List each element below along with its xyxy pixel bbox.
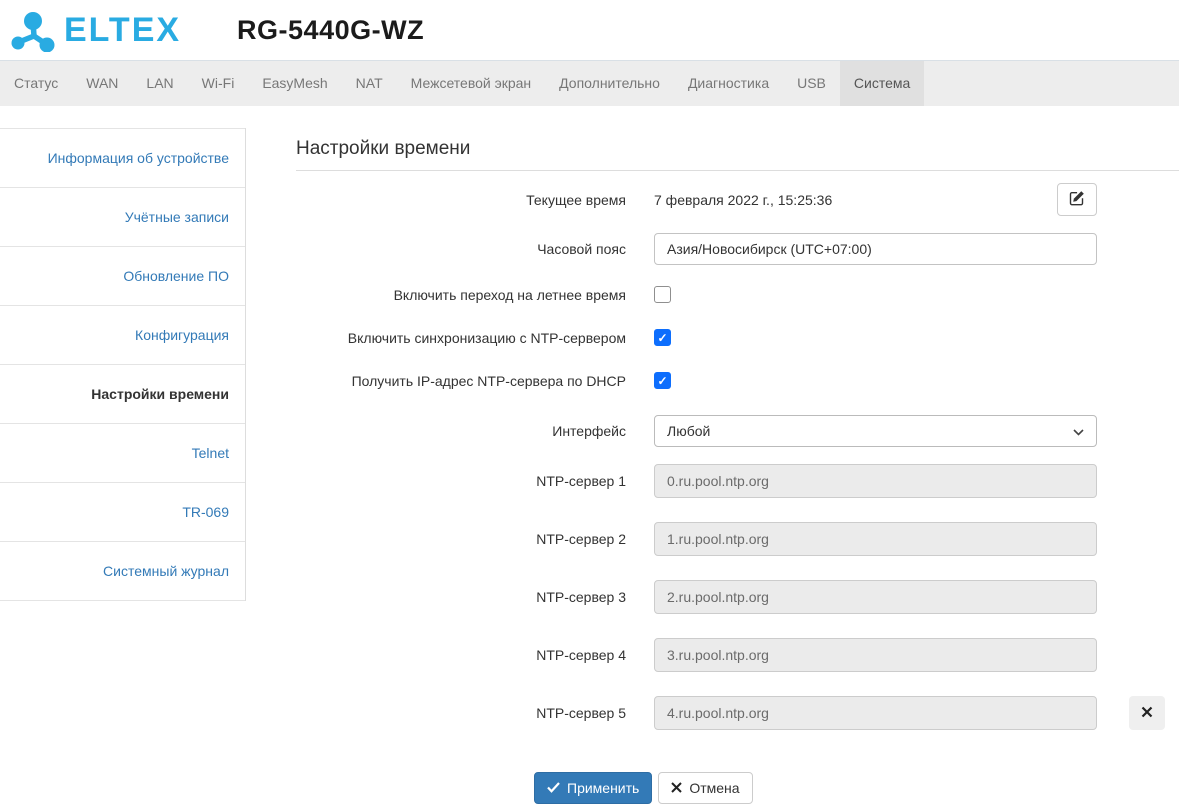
x-icon [1141,706,1153,721]
ntp-server-5-label: NTP-сервер 5 [296,705,626,721]
tab-nat[interactable]: NAT [342,61,397,106]
pencil-square-icon [1069,190,1085,209]
check-icon [547,780,560,796]
ntp-server-4-input [654,638,1097,672]
tab-status[interactable]: Статус [0,61,72,106]
tab-system[interactable]: Система [840,61,924,106]
current-time-label: Текущее время [296,192,626,208]
ntp-server-1-label: NTP-сервер 1 [296,473,626,489]
sidebar-item-telnet[interactable]: Telnet [0,423,245,482]
tab-diagnostics[interactable]: Диагностика [674,61,783,106]
dst-row: Включить переход на летнее время [296,286,1179,303]
time-settings-form: Текущее время 7 февраля 2022 г., 15:25:3… [296,183,1179,730]
page-title: Настройки времени [296,138,1179,171]
ntp-servers-list: NTP-сервер 1 NTP-сервер 2 NTP-сервер 3 NTP-… [296,464,1179,730]
ntp-sync-label: Включить синхронизацию с NTP-сервером [296,330,626,346]
sidebar-item-accounts[interactable]: Учётные записи [0,187,245,246]
timezone-row: Часовой пояс [296,233,1179,265]
tab-easymesh[interactable]: EasyMesh [248,61,341,106]
main-nav: СтатусWANLANWi-FiEasyMeshNATМежсетевой э… [0,60,1179,106]
ntp-server-row-5: NTP-сервер 5 [296,696,1179,730]
ntp-server-row-3: NTP-сервер 3 [296,580,1179,614]
timezone-input[interactable] [654,233,1097,265]
brand-name: ELTEX [64,13,181,47]
ntp-server-2-input [654,522,1097,556]
ntp-server-row-2: NTP-сервер 2 [296,522,1179,556]
tab-wan[interactable]: WAN [72,61,132,106]
ntp-server-row-1: NTP-сервер 1 [296,464,1179,498]
apply-button-label: Применить [567,780,639,796]
tab-firewall[interactable]: Межсетевой экран [397,61,546,106]
form-actions: Применить Отмена [534,772,1179,804]
ntp-server-row-4: NTP-сервер 4 [296,638,1179,672]
edit-time-button[interactable] [1057,183,1097,216]
ntp-server-3-input [654,580,1097,614]
ntp-dhcp-label: Получить IP-адрес NTP-сервера по DHCP [296,373,626,389]
apply-button[interactable]: Применить [534,772,652,804]
sidebar-item-time-settings[interactable]: Настройки времени [0,364,245,423]
cancel-button-label: Отмена [689,780,739,796]
tab-advanced[interactable]: Дополнительно [545,61,674,106]
cancel-button[interactable]: Отмена [658,772,752,804]
sidebar-item-device-info[interactable]: Информация об устройстве [0,128,245,187]
interface-select[interactable]: Любой [654,415,1097,447]
sidebar-item-syslog[interactable]: Системный журнал [0,541,245,601]
dst-label: Включить переход на летнее время [296,287,626,303]
tab-lan[interactable]: LAN [132,61,187,106]
current-time-value: 7 февраля 2022 г., 15:25:36 [654,192,832,208]
sidebar: Информация об устройствеУчётные записиОб… [0,128,246,601]
interface-select-value: Любой [667,423,710,439]
ntp-server-3-label: NTP-сервер 3 [296,589,626,605]
ntp-sync-checkbox[interactable] [654,329,671,346]
dst-checkbox[interactable] [654,286,671,303]
x-icon [671,780,682,796]
remove-ntp-server-5-button[interactable] [1129,696,1165,730]
interface-label: Интерфейс [296,423,626,439]
sidebar-item-configuration[interactable]: Конфигурация [0,305,245,364]
eltex-molecule-icon [8,6,58,55]
ntp-server-1-input [654,464,1097,498]
timezone-label: Часовой пояс [296,241,626,257]
tab-usb[interactable]: USB [783,61,840,106]
ntp-server-5-input [654,696,1097,730]
ntp-server-2-label: NTP-сервер 2 [296,531,626,547]
sidebar-item-tr-069[interactable]: TR-069 [0,482,245,541]
current-time-row: Текущее время 7 февраля 2022 г., 15:25:3… [296,183,1179,216]
chevron-down-icon [1073,423,1084,439]
ntp-server-4-label: NTP-сервер 4 [296,647,626,663]
ntp-dhcp-checkbox[interactable] [654,372,671,389]
eltex-logo: ELTEX [8,6,181,55]
interface-row: Интерфейс Любой [296,415,1179,447]
device-model: RG-5440G-WZ [237,15,424,46]
ntp-dhcp-row: Получить IP-адрес NTP-сервера по DHCP [296,372,1179,389]
time-settings-page: Настройки времени Текущее время 7 феврал… [246,106,1179,804]
ntp-sync-row: Включить синхронизацию с NTP-сервером [296,329,1179,346]
sidebar-item-fw-update[interactable]: Обновление ПО [0,246,245,305]
tab-wifi[interactable]: Wi-Fi [188,61,249,106]
app-header: ELTEX RG-5440G-WZ [0,0,1179,60]
